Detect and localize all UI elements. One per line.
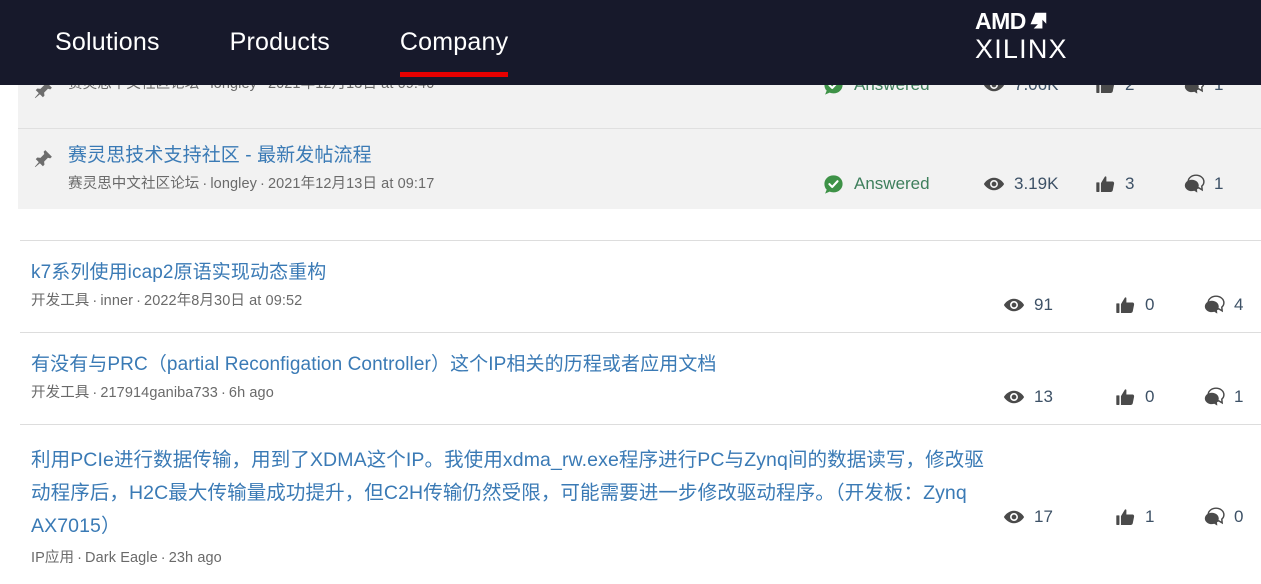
thread-time: 23h ago: [168, 550, 222, 566]
comment-icon: [1203, 386, 1225, 408]
likes-count: 3: [1125, 174, 1135, 193]
meta-separator: ·: [77, 550, 83, 566]
thumbs-up-icon: [1095, 174, 1116, 195]
views-count: 91: [1034, 295, 1053, 314]
thread-stats: Answered 3.19K 3 1: [823, 143, 1261, 195]
thread-category[interactable]: 开发工具: [31, 293, 89, 309]
status-badge: Answered: [823, 174, 983, 195]
thread-category[interactable]: 赛灵思中文社区论坛: [68, 176, 199, 192]
thread-stats: 13 0 1: [1003, 352, 1261, 408]
views-count: 3.19K: [1014, 174, 1059, 193]
meta-separator: ·: [92, 293, 98, 309]
likes-count: 0: [1145, 295, 1155, 314]
nav-label: Products: [229, 28, 330, 56]
thread-stats: 91 0 4: [1003, 260, 1261, 316]
thread-author[interactable]: longley: [210, 176, 257, 192]
pin-icon: [18, 143, 68, 170]
thread-author[interactable]: Dark Eagle: [85, 550, 158, 566]
status-label: Answered: [854, 174, 930, 193]
comment-icon: [1203, 294, 1225, 316]
xilinx-wordmark: XILINX: [975, 34, 1068, 64]
meta-separator: ·: [260, 176, 265, 192]
nav-label: Company: [399, 28, 509, 56]
nav-label: Solutions: [55, 28, 160, 56]
views-stat: 13: [1003, 386, 1115, 408]
thread-meta: IP应用 · Dark Eagle · 23h ago: [31, 548, 1003, 568]
answered-check-icon: [823, 174, 844, 195]
replies-stat: 4: [1203, 294, 1261, 316]
replies-stat: 1: [1183, 173, 1261, 195]
nav-item-solutions[interactable]: Solutions: [55, 0, 160, 85]
thread-body: k7系列使用icap2原语实现动态重构 开发工具 · inner · 2022年8月30…: [20, 260, 1003, 311]
replies-stat: 0: [1203, 506, 1261, 528]
views-count: 17: [1034, 507, 1053, 526]
thread-body: 赛灵思技术支持社区 - 最新发帖流程 赛灵思中文社区论坛 · longley · 202…: [68, 143, 823, 194]
meta-separator: ·: [136, 293, 142, 309]
thread-time: 2021年12月13日 at 09:17: [267, 176, 435, 192]
top-navigation-bar: Solutions Products Company AMD XILINX: [0, 0, 1261, 85]
thread-title[interactable]: 有没有与PRC（partial Reconfigation Controller…: [31, 352, 1003, 378]
table-row[interactable]: 有没有与PRC（partial Reconfigation Controller…: [20, 332, 1261, 424]
meta-separator: ·: [202, 176, 208, 192]
replies-count: 4: [1234, 295, 1244, 314]
thread-category[interactable]: 开发工具: [31, 385, 89, 401]
meta-separator: ·: [220, 385, 226, 401]
table-row[interactable]: 利用PCIe进行数据传输，用到了XDMA这个IP。我使用xdma_rw.exe程…: [20, 424, 1261, 584]
eye-icon: [1003, 294, 1025, 316]
likes-count: 0: [1145, 387, 1155, 406]
thumbs-up-icon: [1115, 507, 1136, 528]
thread-title[interactable]: k7系列使用icap2原语实现动态重构: [31, 260, 1003, 286]
thumbs-up-icon: [1115, 295, 1136, 316]
thread-body: 利用PCIe进行数据传输，用到了XDMA这个IP。我使用xdma_rw.exe程…: [20, 444, 1003, 568]
table-row[interactable]: 赛灵思技术支持社区 - 最新发帖流程 赛灵思中文社区论坛 · longley · 202…: [18, 128, 1261, 209]
thread-body: 有没有与PRC（partial Reconfigation Controller…: [20, 352, 1003, 403]
eye-icon: [983, 173, 1005, 195]
likes-stat: 3: [1095, 174, 1183, 195]
replies-count: 1: [1214, 174, 1224, 193]
amd-xilinx-logo[interactable]: AMD XILINX: [975, 9, 1095, 65]
amd-arrow-icon: [1027, 11, 1048, 32]
views-count: 13: [1034, 387, 1053, 406]
likes-count: 1: [1145, 507, 1155, 526]
likes-stat: 0: [1115, 295, 1203, 316]
comment-icon: [1183, 173, 1205, 195]
thumbs-up-icon: [1115, 387, 1136, 408]
amd-text: AMD: [975, 7, 1026, 34]
thread-meta: 赛灵思中文社区论坛 · longley · 2021年12月13日 at 09:17: [68, 174, 823, 194]
views-stat: 3.19K: [983, 173, 1095, 195]
meta-separator: ·: [160, 550, 166, 566]
thread-title[interactable]: 利用PCIe进行数据传输，用到了XDMA这个IP。我使用xdma_rw.exe程…: [31, 444, 1003, 543]
replies-count: 0: [1234, 507, 1244, 526]
thread-rows: k7系列使用icap2原语实现动态重构 开发工具 · inner · 2022年8月30…: [0, 240, 1261, 584]
comment-icon: [1203, 506, 1225, 528]
thread-category[interactable]: IP应用: [31, 550, 74, 566]
thread-stats: 17 1 0: [1003, 444, 1261, 528]
thread-meta: 开发工具 · inner · 2022年8月30日 at 09:52: [31, 291, 1003, 311]
nav-menu: Solutions Products Company: [55, 0, 578, 85]
thread-title[interactable]: 赛灵思技术支持社区 - 最新发帖流程: [68, 143, 823, 169]
eye-icon: [1003, 386, 1025, 408]
replies-count: 1: [1234, 387, 1244, 406]
nav-item-products[interactable]: Products: [230, 0, 330, 85]
thread-author[interactable]: 217914ganiba733: [100, 385, 218, 401]
thread-meta: 开发工具 · 217914ganiba733 · 6h ago: [31, 383, 1003, 403]
thread-time: 6h ago: [228, 385, 274, 401]
nav-item-company[interactable]: Company: [399, 0, 509, 85]
thread-author[interactable]: inner: [100, 293, 133, 309]
thread-time: 2022年8月30日 at 09:52: [144, 293, 303, 309]
eye-icon: [1003, 506, 1025, 528]
table-row[interactable]: k7系列使用icap2原语实现动态重构 开发工具 · inner · 2022年8月30…: [20, 240, 1261, 332]
views-stat: 91: [1003, 294, 1115, 316]
views-stat: 17: [1003, 506, 1115, 528]
meta-separator: ·: [92, 385, 98, 401]
likes-stat: 1: [1115, 507, 1203, 528]
replies-stat: 1: [1203, 386, 1261, 408]
amd-wordmark: AMD: [975, 9, 1095, 33]
likes-stat: 0: [1115, 387, 1203, 408]
